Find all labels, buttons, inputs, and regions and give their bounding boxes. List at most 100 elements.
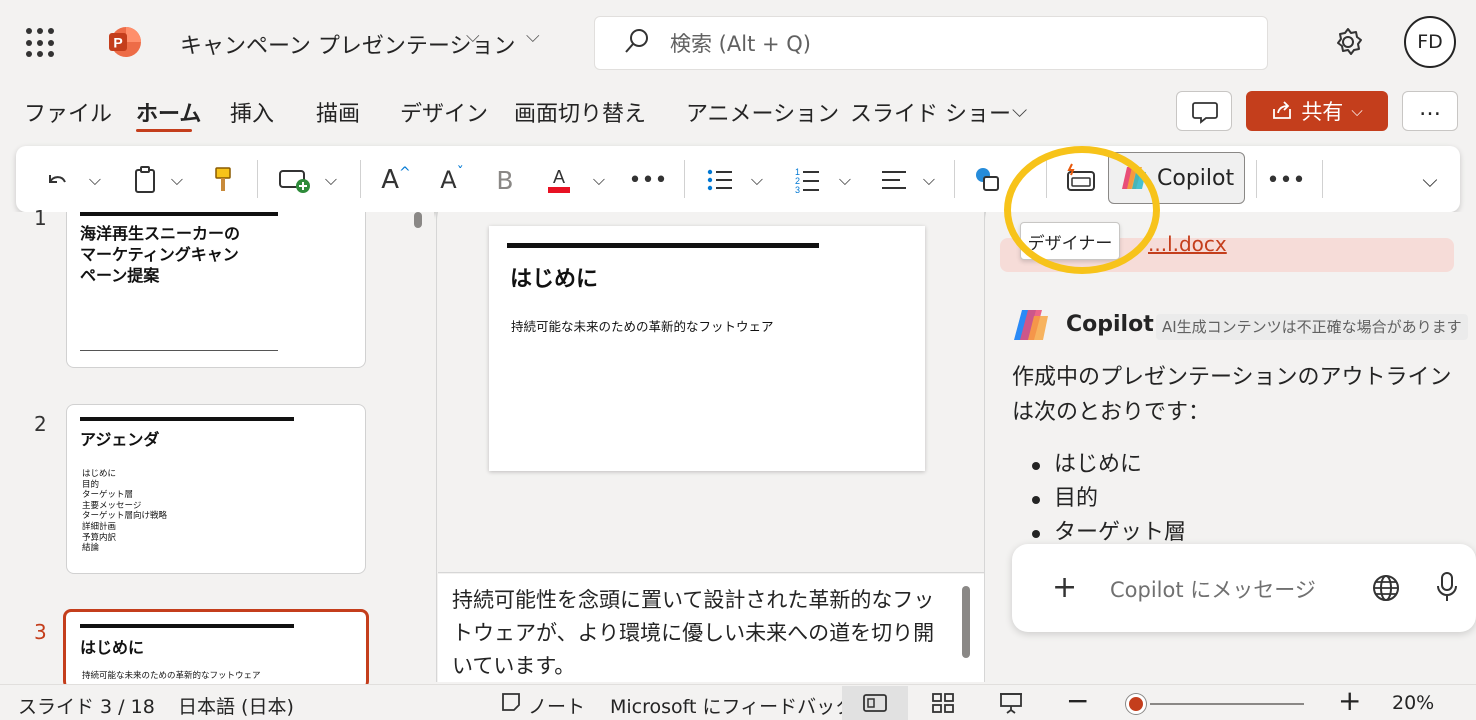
zoom-level[interactable]: 20% bbox=[1392, 692, 1434, 714]
thumbnail-footer-line bbox=[80, 350, 278, 351]
slideshow-icon[interactable] bbox=[998, 690, 1024, 720]
ribbon-separator bbox=[1322, 160, 1323, 198]
chevron-down-icon[interactable]: ⌵ bbox=[834, 160, 856, 200]
new-slide-icon[interactable] bbox=[274, 160, 314, 200]
active-tab-indicator bbox=[136, 129, 192, 132]
ribbon-separator bbox=[954, 160, 955, 198]
search-placeholder: 検索 (Alt + Q) bbox=[670, 32, 811, 56]
notes-scrollbar[interactable] bbox=[962, 586, 970, 658]
slide-counter: スライド 3 / 18 bbox=[18, 696, 155, 718]
copilot-button-label: Copilot bbox=[1157, 165, 1235, 191]
ribbon-separator bbox=[684, 160, 685, 198]
notes-divider bbox=[438, 572, 984, 573]
comment-icon bbox=[1192, 102, 1218, 124]
copilot-input-placeholder: Copilot にメッセージ bbox=[1110, 578, 1316, 602]
svg-text:3: 3 bbox=[795, 185, 800, 194]
thumbnail-title: アジェンダ bbox=[80, 430, 160, 449]
slide-title-bar bbox=[507, 243, 819, 248]
pane-divider bbox=[984, 212, 985, 682]
highlight-circle bbox=[1004, 146, 1160, 274]
chevron-down-icon[interactable]: ⌵ bbox=[466, 26, 480, 47]
search-icon bbox=[622, 26, 652, 60]
chevron-down-icon[interactable]: ⌵ bbox=[84, 160, 106, 200]
ribbon-separator bbox=[257, 160, 258, 198]
chevron-down-icon[interactable]: ⌵ bbox=[918, 160, 940, 200]
chevron-down-icon[interactable]: ⌵ bbox=[1012, 98, 1027, 122]
thumbnail-title-bar bbox=[80, 212, 278, 216]
align-icon[interactable] bbox=[876, 160, 912, 200]
thumbnail-body: はじめに 目的 ターゲット層 主要メッセージ ターゲット層向け戦略 詳細計画 予… bbox=[82, 469, 168, 554]
slide-sorter-icon[interactable] bbox=[930, 691, 956, 719]
microphone-icon[interactable] bbox=[1434, 570, 1460, 608]
tab-transitions[interactable]: 画面切り替え bbox=[514, 96, 646, 128]
slide-body[interactable]: 持続可能な未来のための革新的なフットウェア bbox=[511, 316, 774, 335]
chevron-down-icon[interactable]: ⌵ bbox=[320, 160, 342, 200]
copilot-logo-icon bbox=[1012, 306, 1052, 348]
list-item: はじめに bbox=[1032, 448, 1186, 482]
tab-insert[interactable]: 挿入 bbox=[230, 96, 274, 128]
notes-button[interactable]: ノート bbox=[528, 692, 585, 719]
speaker-notes-text[interactable]: 持続可能性を念頭に置いて設計された革新的なフットウェアが、より環境に優しい未来へ… bbox=[452, 584, 942, 683]
tab-home[interactable]: ホーム bbox=[136, 96, 201, 128]
chevron-down-icon[interactable]: ⌵ bbox=[746, 160, 768, 200]
normal-view-icon bbox=[862, 692, 888, 718]
powerpoint-logo-icon: P bbox=[106, 24, 142, 60]
ribbon-separator bbox=[360, 160, 361, 198]
thumbnail-title: はじめに bbox=[80, 638, 145, 657]
slide-title[interactable]: はじめに bbox=[510, 261, 598, 293]
thumbnail-title-bar bbox=[80, 417, 294, 421]
thumbnail-scrollbar[interactable] bbox=[414, 212, 422, 228]
gear-icon[interactable] bbox=[1332, 26, 1364, 62]
numbering-icon[interactable]: 123 bbox=[788, 160, 824, 200]
slide-number: 1 bbox=[34, 206, 47, 230]
copilot-name: Copilot bbox=[1066, 312, 1154, 337]
ai-disclaimer-badge: AI生成コンテンツは不正確な場合があります bbox=[1156, 314, 1468, 340]
thumbnail-title-bar bbox=[80, 624, 294, 628]
font-color-icon[interactable]: A bbox=[544, 160, 574, 200]
shapes-icon[interactable] bbox=[970, 160, 1006, 200]
expand-ribbon-icon[interactable]: ⌵ bbox=[1418, 160, 1442, 200]
chevron-down-icon[interactable]: ⌵ bbox=[526, 26, 540, 47]
comments-button[interactable] bbox=[1176, 91, 1232, 131]
share-icon bbox=[1273, 101, 1292, 119]
more-commands-icon[interactable]: ••• bbox=[1264, 160, 1308, 200]
thumbnail-title: 海洋再生スニーカーの マーケティングキャン ペーン提案 bbox=[80, 224, 241, 285]
chevron-down-icon[interactable]: ⌵ bbox=[588, 160, 610, 200]
increase-font-size-icon[interactable]: A ^ bbox=[378, 160, 414, 200]
zoom-slider-thumb[interactable] bbox=[1126, 694, 1146, 714]
file-link[interactable]: ...l.docx bbox=[1148, 232, 1227, 256]
globe-icon[interactable] bbox=[1370, 572, 1402, 608]
chevron-down-icon[interactable]: ⌵ bbox=[166, 160, 188, 200]
svg-text:P: P bbox=[113, 35, 122, 51]
bullets-icon[interactable] bbox=[702, 160, 738, 200]
format-painter-icon[interactable] bbox=[206, 160, 240, 200]
feedback-button[interactable]: Microsoft にフィードバック bbox=[610, 692, 854, 719]
avatar[interactable]: FD bbox=[1404, 16, 1456, 68]
undo-icon[interactable] bbox=[40, 160, 74, 200]
copilot-message: 作成中のプレゼンテーションのアウトラインは次のとおりです： bbox=[1012, 365, 1452, 425]
add-icon[interactable]: + bbox=[1052, 570, 1077, 605]
tab-slideshow[interactable]: スライド ショー bbox=[850, 96, 1011, 128]
more-font-options-icon[interactable]: ••• bbox=[628, 160, 668, 200]
tab-file[interactable]: ファイル bbox=[24, 96, 112, 128]
list-item: 目的 bbox=[1032, 482, 1186, 516]
tab-draw[interactable]: 描画 bbox=[316, 96, 360, 128]
slide-number: 3 bbox=[34, 620, 47, 644]
tab-animations[interactable]: アニメーション bbox=[686, 96, 839, 128]
zoom-slider[interactable] bbox=[1150, 703, 1304, 705]
notes-icon bbox=[500, 691, 522, 717]
slide-number: 2 bbox=[34, 412, 47, 436]
share-button[interactable]: 共有 ⌵ bbox=[1246, 91, 1388, 131]
language-indicator[interactable]: 日本語 (日本) bbox=[178, 692, 294, 719]
zoom-out-icon[interactable]: − bbox=[1066, 684, 1089, 717]
tab-design[interactable]: デザイン bbox=[400, 96, 488, 128]
zoom-in-icon[interactable]: + bbox=[1338, 684, 1361, 717]
svg-text:A: A bbox=[553, 167, 565, 187]
share-label: 共有 bbox=[1301, 100, 1344, 124]
bold-icon[interactable]: B bbox=[490, 160, 520, 200]
app-launcher-icon[interactable] bbox=[26, 28, 56, 58]
more-options-button[interactable]: … bbox=[1402, 91, 1458, 131]
decrease-font-size-icon[interactable]: Aˇ bbox=[434, 160, 470, 200]
outline-list: はじめに 目的 ターゲット層 bbox=[1032, 448, 1186, 550]
clipboard-icon[interactable] bbox=[128, 160, 162, 200]
